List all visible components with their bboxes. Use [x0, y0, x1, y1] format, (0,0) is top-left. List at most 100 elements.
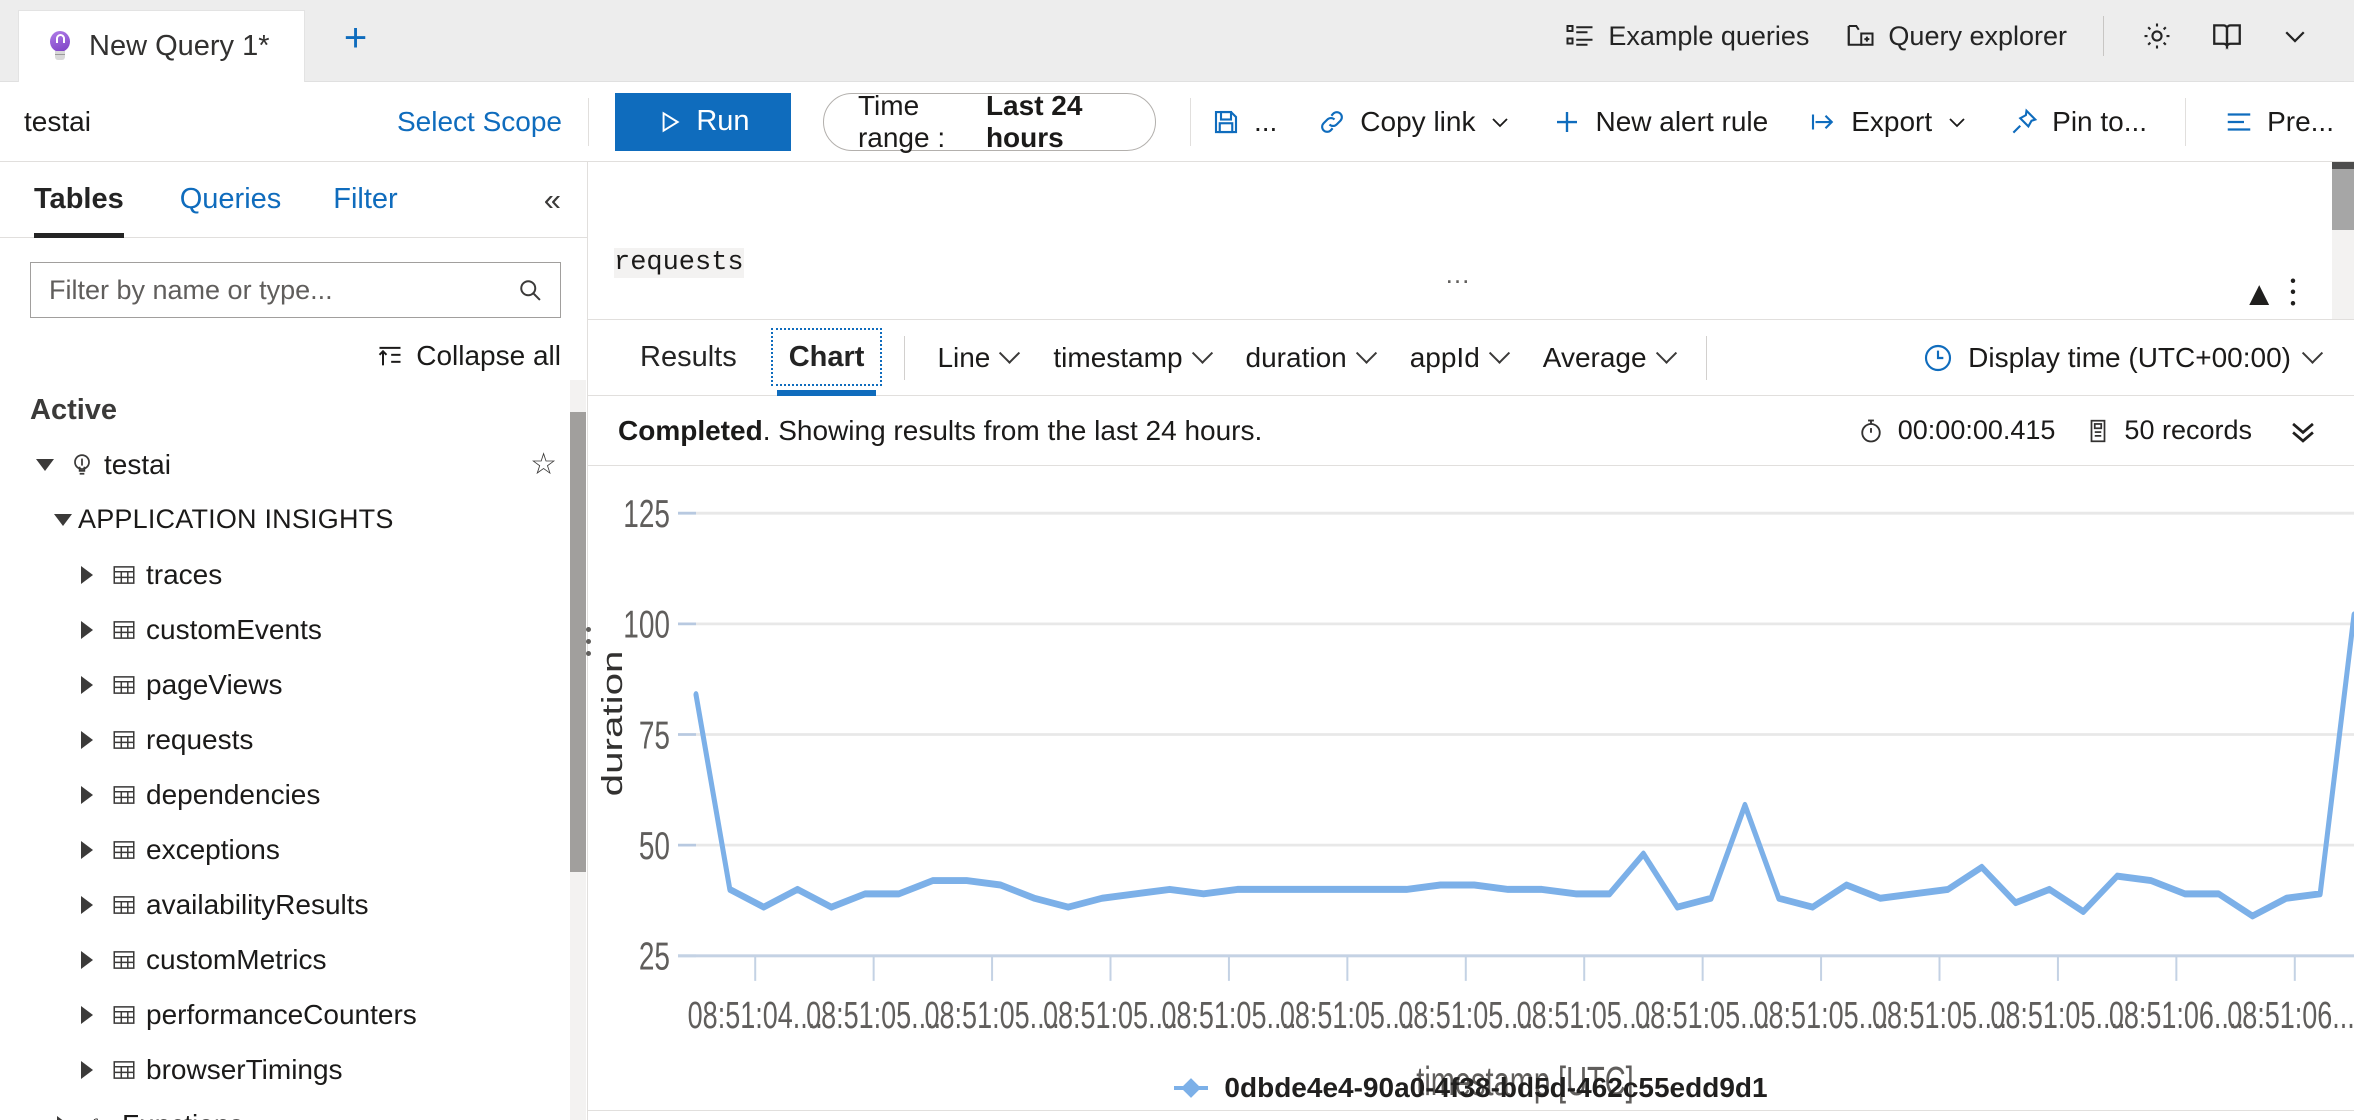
bottom-edge — [588, 1110, 2354, 1120]
pin-to-button[interactable]: Pin to... — [1989, 92, 2167, 152]
sidebar-tab-queries[interactable]: Queries — [154, 162, 308, 238]
table-icon — [102, 1002, 146, 1028]
chevron-right-icon[interactable] — [72, 730, 102, 749]
query-editor[interactable]: requests | limit 50 … ▲︙ — [588, 162, 2354, 320]
chevron-right-icon[interactable] — [72, 675, 102, 694]
tree-item-table[interactable]: customEvents — [0, 602, 587, 657]
settings-button[interactable] — [2122, 9, 2192, 63]
tree-item-table[interactable]: availabilityResults — [0, 877, 587, 932]
tree-item-functions[interactable]: fx Functions — [0, 1097, 587, 1120]
example-queries-button[interactable]: Example queries — [1547, 11, 1827, 62]
records-icon — [2085, 417, 2111, 445]
collapse-all-button[interactable]: Collapse all — [0, 318, 587, 380]
run-button[interactable]: Run — [614, 92, 791, 151]
chevron-right-icon[interactable] — [72, 950, 102, 969]
tab-results[interactable]: Results — [614, 320, 763, 396]
favorite-star-icon[interactable]: ☆ — [530, 447, 557, 482]
folder-open-icon — [1845, 21, 1875, 51]
example-queries-label: Example queries — [1608, 20, 1810, 51]
x-axis-value: timestamp — [1053, 341, 1183, 373]
chart-legend[interactable]: 0dbde4e4-90a0-4f38-bd5d-462c55edd9d1 — [588, 1072, 2354, 1104]
function-icon: fx — [78, 1110, 122, 1120]
table-name: requests — [146, 723, 254, 755]
table-name: dependencies — [146, 778, 321, 810]
scope-selector[interactable]: testai Select Scope — [0, 82, 588, 162]
more-chevron-button[interactable] — [2262, 11, 2328, 61]
chart-type-dropdown[interactable]: Line — [919, 342, 1035, 374]
export-label: Export — [1851, 105, 1933, 137]
clock-icon — [1922, 342, 1954, 374]
sidebar-tab-filter[interactable]: Filter — [307, 162, 423, 238]
tree-category-application-insights[interactable]: APPLICATION INSIGHTS — [0, 492, 587, 547]
chart-xtick-label: 08:51:05.... — [925, 994, 1060, 1036]
tree-item-table[interactable]: browserTimings — [0, 1042, 587, 1097]
tree-item-table[interactable]: customMetrics — [0, 932, 587, 987]
tree-item-table[interactable]: pageViews — [0, 657, 587, 712]
filter-wrap — [0, 238, 587, 318]
display-time-dropdown[interactable]: Display time (UTC+00:00) — [1922, 342, 2354, 374]
split-by-dropdown[interactable]: appId — [1392, 342, 1525, 374]
preview-button[interactable]: Pre... — [2204, 92, 2354, 152]
save-button[interactable]: ... — [1191, 92, 1297, 152]
command-buttons: Run Time range : Last 24 hours ... Copy … — [589, 89, 2354, 153]
table-icon — [102, 562, 146, 588]
chevron-right-icon[interactable] — [72, 620, 102, 639]
table-icon — [102, 617, 146, 643]
sidebar-tab-tables[interactable]: Tables — [34, 162, 154, 238]
record-count: 50 records — [2085, 415, 2252, 446]
status-text-detail: . Showing results from the last 24 hours… — [762, 414, 1263, 446]
chevron-right-icon[interactable] — [72, 565, 102, 584]
list-icon — [1565, 21, 1595, 51]
x-axis-dropdown[interactable]: timestamp — [1035, 342, 1227, 374]
collapse-editor-button[interactable]: ▲︙ — [2242, 277, 2310, 311]
chevron-right-icon[interactable] — [48, 1115, 78, 1120]
new-tab-button[interactable]: + — [333, 15, 379, 61]
format-lines-icon — [2224, 107, 2254, 137]
editor-scrollbar-thumb[interactable] — [2332, 162, 2354, 230]
expand-details-chevron-icon[interactable] — [2286, 414, 2320, 448]
pin-to-label: Pin to... — [2052, 105, 2148, 137]
chart-ytick-label: 75 — [639, 714, 670, 758]
left-sidebar: Tables Queries Filter « Filter by name o… — [0, 162, 588, 1120]
chevron-down-icon — [1945, 110, 1969, 134]
save-disk-icon — [1211, 107, 1241, 137]
chevron-right-icon[interactable] — [72, 785, 102, 804]
table-icon — [102, 837, 146, 863]
chevron-down-icon[interactable] — [48, 513, 78, 526]
chevron-down-icon[interactable] — [30, 458, 60, 471]
chart-type-value: Line — [937, 341, 991, 373]
filter-input[interactable] — [49, 274, 516, 306]
tab-new-query-1[interactable]: New Query 1* — [18, 10, 305, 82]
time-range-prefix: Time range : — [857, 89, 946, 153]
query-text[interactable]: requests | limit 50 — [588, 162, 2354, 319]
filter-box[interactable] — [30, 262, 561, 318]
chevron-right-icon[interactable] — [72, 1060, 102, 1079]
tab-chart[interactable]: Chart — [763, 320, 891, 396]
tree-item-table[interactable]: performanceCounters — [0, 987, 587, 1042]
copy-link-button[interactable]: Copy link — [1297, 92, 1532, 152]
aggregation-dropdown[interactable]: Average — [1525, 342, 1692, 374]
tree-item-table[interactable]: traces — [0, 547, 587, 602]
select-scope-link[interactable]: Select Scope — [397, 106, 562, 138]
chart-xtick-label: 08:51:05.... — [1398, 994, 1533, 1036]
export-button[interactable]: Export — [1788, 92, 1989, 152]
collapse-sidebar-button[interactable]: « — [544, 182, 587, 218]
tree-item-table[interactable]: requests — [0, 712, 587, 767]
split-resize-handle[interactable] — [580, 619, 596, 663]
chevron-right-icon[interactable] — [72, 840, 102, 859]
query-status-bar: Completed . Showing results from the las… — [588, 396, 2354, 466]
chevron-right-icon[interactable] — [72, 1005, 102, 1024]
tree-item-table[interactable]: dependencies — [0, 767, 587, 822]
chevron-right-icon[interactable] — [72, 895, 102, 914]
help-book-button[interactable] — [2192, 9, 2262, 63]
time-range-picker[interactable]: Time range : Last 24 hours — [822, 89, 1157, 153]
y-axis-dropdown[interactable]: duration — [1228, 342, 1392, 374]
table-icon — [102, 947, 146, 973]
chart-xtick-label: 08:51:05.... — [806, 994, 941, 1036]
new-alert-rule-button[interactable]: New alert rule — [1532, 92, 1788, 152]
query-explorer-button[interactable]: Query explorer — [1827, 11, 2085, 62]
tree-item-workspace[interactable]: testai ☆ — [0, 437, 587, 492]
editor-resize-dots[interactable]: … — [588, 261, 2332, 287]
tree-item-table[interactable]: exceptions — [0, 822, 587, 877]
table-name: availabilityResults — [146, 888, 369, 920]
